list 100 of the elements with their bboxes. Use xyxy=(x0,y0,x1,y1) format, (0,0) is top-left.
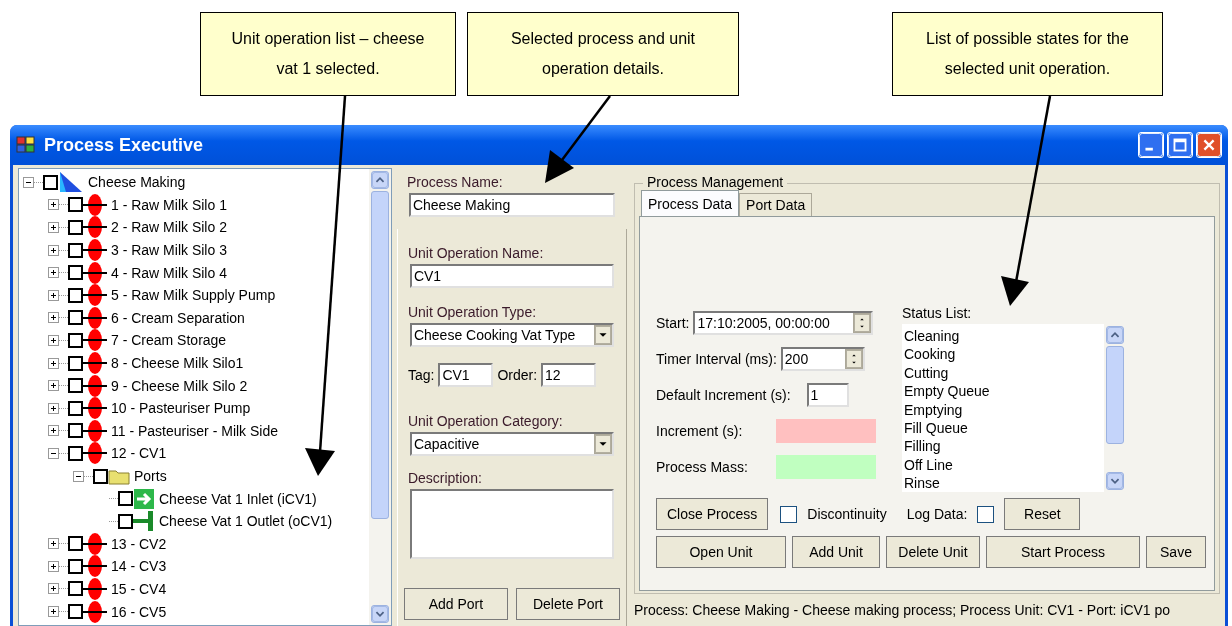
tree-item[interactable]: 1 - Raw Milk Silo 1 xyxy=(111,196,227,213)
checkbox[interactable] xyxy=(43,174,58,190)
checkbox[interactable] xyxy=(93,468,108,484)
checkbox[interactable] xyxy=(977,505,995,523)
field-label: Unit Operation Category: xyxy=(407,413,564,429)
maximize-icon[interactable] xyxy=(1167,132,1193,158)
tree-item[interactable]: 12 - CV1 xyxy=(111,445,167,462)
expand-icon[interactable] xyxy=(48,289,59,301)
expand-icon[interactable] xyxy=(48,222,59,233)
tree-item[interactable]: 3 - Raw Milk Silo 3 xyxy=(111,242,227,259)
expand-icon[interactable] xyxy=(48,402,59,414)
expand-icon[interactable] xyxy=(48,538,59,550)
collapse-icon[interactable] xyxy=(48,447,59,459)
button[interactable]: Delete Port xyxy=(515,588,620,620)
scrollbar[interactable] xyxy=(368,169,391,625)
list-item[interactable]: Fill Queue xyxy=(904,419,1104,438)
text-field[interactable]: CV1 xyxy=(438,363,494,387)
checkbox[interactable] xyxy=(68,197,83,213)
expand-icon[interactable] xyxy=(48,244,59,256)
tree-item[interactable]: 6 - Cream Separation xyxy=(111,309,245,326)
list-item[interactable]: Filling xyxy=(904,437,1104,456)
expand-icon[interactable] xyxy=(48,583,59,595)
expand-icon[interactable] xyxy=(48,334,59,346)
tree-item[interactable]: 9 - Cheese Milk Silo 2 xyxy=(111,377,248,394)
button[interactable]: Start Process xyxy=(986,536,1140,568)
list-item[interactable]: Emptying xyxy=(904,400,1104,420)
checkbox[interactable] xyxy=(68,265,83,281)
checkbox[interactable] xyxy=(68,220,83,235)
list-item[interactable]: Rinse xyxy=(904,474,1104,493)
tree-item[interactable]: 8 - Cheese Milk Silo1 xyxy=(111,355,244,372)
tree-item[interactable]: 11 - Pasteuriser - Milk Side xyxy=(111,422,278,439)
dropdown[interactable]: Cheese Cooking Vat Type xyxy=(409,323,614,347)
tree-item[interactable]: Cheese Vat 1 Outlet (oCV1) xyxy=(159,513,333,530)
button[interactable]: Add Unit xyxy=(792,536,880,568)
button[interactable]: Save xyxy=(1146,536,1206,568)
expand-icon[interactable] xyxy=(48,380,59,392)
valve-icon xyxy=(83,532,107,555)
tree-item[interactable]: 10 - Pasteuriser Pump xyxy=(111,400,251,417)
tree-item[interactable]: 7 - Cream Storage xyxy=(111,332,227,349)
tab[interactable]: Process Data xyxy=(641,190,740,216)
tree-item[interactable]: 5 - Raw Milk Supply Pump xyxy=(111,287,276,304)
scrollbar[interactable] xyxy=(1104,324,1126,492)
list-item[interactable]: Cutting xyxy=(904,363,1104,383)
expand-icon[interactable] xyxy=(48,267,59,279)
collapse-icon[interactable] xyxy=(73,470,84,482)
spin-field[interactable]: 17:10:2005, 00:00:00 xyxy=(693,311,874,335)
button[interactable]: Close Process xyxy=(656,498,769,530)
valve-icon xyxy=(83,374,107,397)
tree-item[interactable]: Ports xyxy=(134,468,167,484)
minimize-icon[interactable] xyxy=(1138,132,1164,158)
button[interactable]: Add Port xyxy=(403,588,508,620)
list-item[interactable]: Cooking xyxy=(904,345,1104,364)
text-area[interactable] xyxy=(409,489,614,559)
checkbox[interactable] xyxy=(68,242,83,258)
spin-field[interactable]: 200 xyxy=(780,347,865,371)
checkbox[interactable] xyxy=(68,536,83,552)
expand-icon[interactable] xyxy=(48,425,59,437)
expand-icon[interactable] xyxy=(48,606,59,618)
checkbox[interactable] xyxy=(68,310,83,326)
checkbox[interactable] xyxy=(68,423,83,439)
tab[interactable]: Port Data xyxy=(739,193,813,216)
expand-icon[interactable] xyxy=(48,312,59,324)
checkbox[interactable] xyxy=(68,604,83,620)
collapse-icon[interactable] xyxy=(23,176,34,188)
text-field[interactable]: CV1 xyxy=(409,264,614,288)
text-field[interactable]: 1 xyxy=(806,383,849,407)
tree-item[interactable]: 4 - Raw Milk Silo 4 xyxy=(111,264,227,281)
list-item[interactable]: Empty Queue xyxy=(904,382,1104,401)
checkbox[interactable] xyxy=(68,581,83,597)
checkbox[interactable] xyxy=(68,378,83,394)
expand-icon[interactable] xyxy=(48,199,59,211)
checkbox[interactable] xyxy=(68,355,83,371)
checkbox[interactable] xyxy=(118,491,133,507)
tree-item[interactable]: 15 - CV4 xyxy=(111,581,167,597)
checkbox[interactable] xyxy=(68,400,83,416)
scroll-down-icon xyxy=(370,605,389,623)
tree-item[interactable]: Cheese Making xyxy=(88,174,186,191)
checkbox[interactable] xyxy=(68,558,83,574)
expand-icon[interactable] xyxy=(48,357,59,369)
status-text: Process: Cheese Making - Cheese making process; Process Unit: CV1 - Port: iCV1 po xyxy=(633,601,1172,620)
checkbox[interactable] xyxy=(780,505,798,523)
tree-item[interactable]: 13 - CV2 xyxy=(111,535,167,552)
button[interactable]: Delete Unit xyxy=(886,536,980,568)
close-icon[interactable] xyxy=(1196,132,1222,158)
tree-item[interactable]: 2 - Raw Milk Silo 2 xyxy=(111,219,227,236)
button[interactable]: Reset xyxy=(1004,498,1081,530)
checkbox[interactable] xyxy=(68,332,83,348)
list-item[interactable]: Off Line xyxy=(904,455,1104,475)
checkbox[interactable] xyxy=(68,287,83,303)
tree-item[interactable]: 14 - CV3 xyxy=(111,558,167,575)
tree-item[interactable]: Cheese Vat 1 Inlet (iCV1) xyxy=(159,490,317,507)
checkbox[interactable] xyxy=(68,445,83,461)
list-item[interactable]: Cleaning xyxy=(904,327,1104,346)
tree-item[interactable]: 16 - CV5 xyxy=(111,603,167,620)
checkbox[interactable] xyxy=(118,513,133,529)
text-field[interactable]: Cheese Making xyxy=(408,193,615,217)
expand-icon[interactable] xyxy=(48,560,59,572)
text-field[interactable]: 12 xyxy=(541,363,597,387)
button[interactable]: Open Unit xyxy=(656,536,786,568)
dropdown[interactable]: Capacitive xyxy=(409,432,614,456)
